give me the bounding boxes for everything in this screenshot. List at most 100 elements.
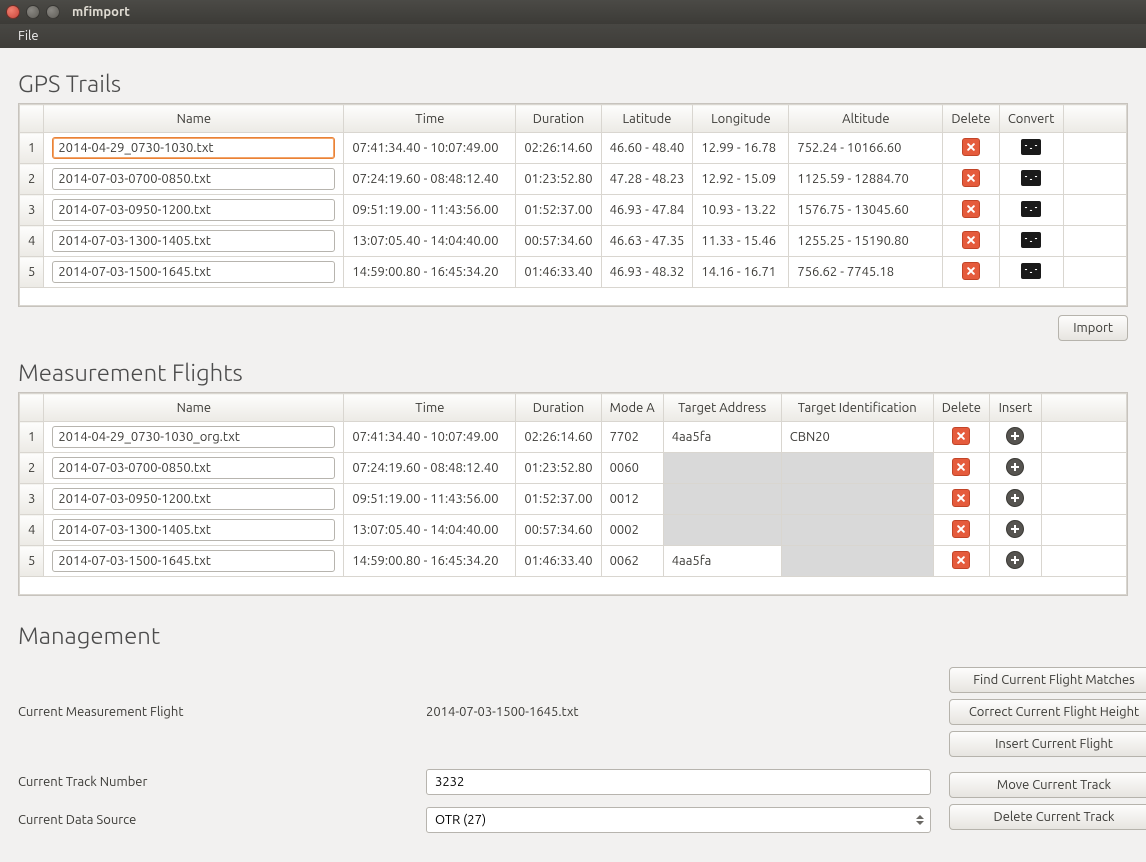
section-measurement-flights: Measurement Flights — [18, 359, 1128, 386]
correct-height-button[interactable]: Correct Current Flight Height — [949, 699, 1146, 725]
gps-altitude: 756.62 - 7745.18 — [789, 257, 943, 288]
find-matches-button[interactable]: Find Current Flight Matches — [949, 667, 1146, 693]
delete-icon[interactable] — [952, 427, 970, 445]
delete-icon[interactable] — [952, 458, 970, 476]
col-altitude[interactable]: Altitude — [789, 105, 943, 133]
convert-icon[interactable] — [1021, 232, 1041, 248]
row-number: 5 — [20, 257, 44, 288]
gps-duration: 01:46:33.40 — [516, 257, 601, 288]
row-number: 3 — [20, 195, 44, 226]
value-current-measurement-flight: 2014-07-03-1500-1645.txt — [426, 705, 931, 719]
current-track-number-input[interactable] — [426, 769, 931, 795]
delete-icon[interactable] — [962, 262, 980, 280]
row-number: 5 — [20, 546, 44, 577]
gps-name-input[interactable] — [52, 199, 335, 221]
col-target-address[interactable]: Target Address — [663, 394, 781, 422]
delete-track-button[interactable]: Delete Current Track — [949, 804, 1146, 830]
close-icon[interactable] — [6, 5, 20, 19]
convert-icon[interactable] — [1021, 263, 1041, 279]
col-longitude[interactable]: Longitude — [693, 105, 789, 133]
col-time[interactable]: Time — [344, 105, 516, 133]
maximize-icon[interactable] — [46, 5, 60, 19]
gps-altitude: 1125.59 - 12884.70 — [789, 164, 943, 195]
row-number: 4 — [20, 226, 44, 257]
insert-icon[interactable] — [1006, 520, 1024, 538]
import-button[interactable]: Import — [1058, 315, 1128, 341]
gps-latitude: 47.28 - 48.23 — [601, 164, 693, 195]
flight-duration: 01:46:33.40 — [516, 546, 601, 577]
flight-target-ident — [781, 546, 933, 577]
insert-flight-button[interactable]: Insert Current Flight — [949, 731, 1146, 757]
table-row: 207:24:19.60 - 08:48:12.4001:23:52.80006… — [20, 453, 1127, 484]
gps-time: 09:51:19.00 - 11:43:56.00 — [344, 195, 516, 226]
insert-icon[interactable] — [1006, 551, 1024, 569]
window-titlebar: mfimport — [0, 0, 1146, 24]
spinner-icon[interactable] — [912, 810, 928, 830]
gps-latitude: 46.93 - 47.84 — [601, 195, 693, 226]
minimize-icon[interactable] — [26, 5, 40, 19]
flight-duration: 01:23:52.80 — [516, 453, 601, 484]
convert-icon[interactable] — [1021, 170, 1041, 186]
menu-file[interactable]: File — [10, 26, 47, 46]
gps-latitude: 46.93 - 48.32 — [601, 257, 693, 288]
gps-name-input[interactable] — [52, 137, 335, 159]
gps-altitude: 1576.75 - 13045.60 — [789, 195, 943, 226]
col-convert[interactable]: Convert — [999, 105, 1063, 133]
delete-icon[interactable] — [962, 169, 980, 187]
move-track-button[interactable]: Move Current Track — [949, 772, 1146, 798]
gps-name-input[interactable] — [52, 168, 335, 190]
row-number: 2 — [20, 164, 44, 195]
col-delete[interactable]: Delete — [933, 394, 989, 422]
flights-header-row: Name Time Duration Mode A Target Address… — [20, 394, 1127, 422]
gps-table: Name Time Duration Latitude Longitude Al… — [18, 103, 1128, 307]
delete-icon[interactable] — [952, 520, 970, 538]
col-modea[interactable]: Mode A — [601, 394, 663, 422]
delete-icon[interactable] — [962, 231, 980, 249]
insert-icon[interactable] — [1006, 458, 1024, 476]
col-name[interactable]: Name — [44, 394, 344, 422]
gps-longitude: 11.33 - 15.46 — [693, 226, 789, 257]
col-insert[interactable]: Insert — [989, 394, 1041, 422]
gps-name-input[interactable] — [52, 261, 335, 283]
flight-modea: 7702 — [601, 422, 663, 453]
delete-icon[interactable] — [962, 200, 980, 218]
flight-time: 13:07:05.40 - 14:04:40.00 — [344, 515, 516, 546]
delete-icon[interactable] — [952, 551, 970, 569]
table-row: 107:41:34.40 - 10:07:49.0002:26:14.60770… — [20, 422, 1127, 453]
flight-target-ident: CBN20 — [781, 422, 933, 453]
col-delete[interactable]: Delete — [943, 105, 999, 133]
flight-target-ident — [781, 484, 933, 515]
insert-icon[interactable] — [1006, 427, 1024, 445]
flight-name-input[interactable] — [52, 426, 335, 448]
flight-name-input[interactable] — [52, 488, 335, 510]
gps-duration: 00:57:34.60 — [516, 226, 601, 257]
flight-duration: 01:52:37.00 — [516, 484, 601, 515]
table-row: 413:07:05.40 - 14:04:40.0000:57:34.60000… — [20, 515, 1127, 546]
flight-modea: 0012 — [601, 484, 663, 515]
row-number: 1 — [20, 422, 44, 453]
delete-icon[interactable] — [962, 138, 980, 156]
flight-modea: 0002 — [601, 515, 663, 546]
flight-target-address: 4aa5fa — [663, 546, 781, 577]
col-target-ident[interactable]: Target Identification — [781, 394, 933, 422]
col-latitude[interactable]: Latitude — [601, 105, 693, 133]
flight-name-input[interactable] — [52, 550, 335, 572]
gps-header-row: Name Time Duration Latitude Longitude Al… — [20, 105, 1127, 133]
flight-time: 07:24:19.60 - 08:48:12.40 — [344, 453, 516, 484]
gps-name-input[interactable] — [52, 230, 335, 252]
current-data-source-select[interactable] — [426, 807, 931, 833]
flight-name-input[interactable] — [52, 457, 335, 479]
convert-icon[interactable] — [1021, 139, 1041, 155]
flight-modea: 0060 — [601, 453, 663, 484]
gps-duration: 02:26:14.60 — [516, 133, 601, 164]
convert-icon[interactable] — [1021, 201, 1041, 217]
col-duration[interactable]: Duration — [516, 394, 601, 422]
flight-name-input[interactable] — [52, 519, 335, 541]
insert-icon[interactable] — [1006, 489, 1024, 507]
col-name[interactable]: Name — [44, 105, 344, 133]
gps-time: 13:07:05.40 - 14:04:40.00 — [344, 226, 516, 257]
col-duration[interactable]: Duration — [516, 105, 601, 133]
col-time[interactable]: Time — [344, 394, 516, 422]
delete-icon[interactable] — [952, 489, 970, 507]
gps-time: 07:41:34.40 - 10:07:49.00 — [344, 133, 516, 164]
